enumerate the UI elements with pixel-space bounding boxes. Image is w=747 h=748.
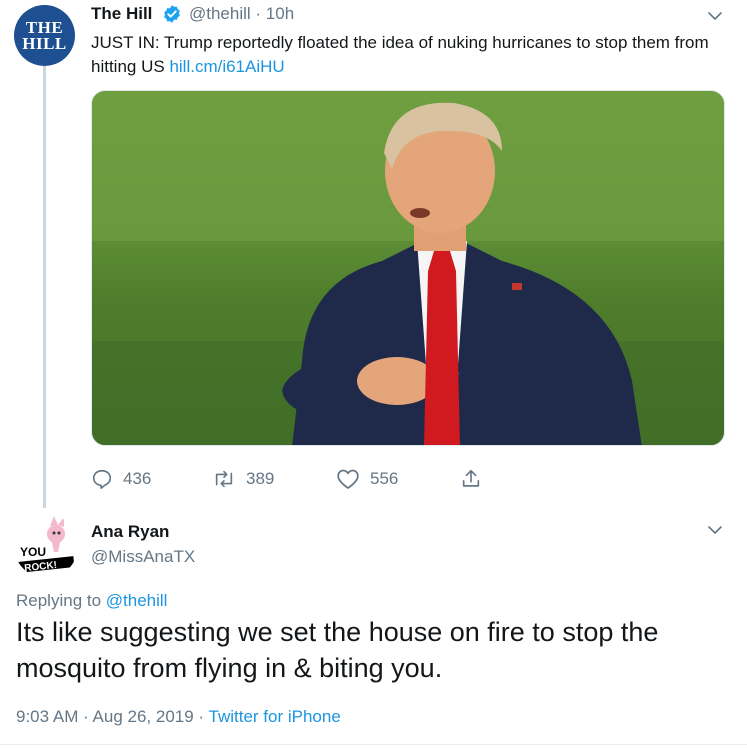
replying-to-handle[interactable]: @thehill (106, 591, 168, 610)
tweet-photo[interactable] (91, 90, 725, 446)
retweet-icon (215, 470, 233, 488)
avatar-text-you: YOU (20, 545, 46, 559)
ana-ryan-avatar[interactable]: YOU ROCK! (14, 514, 78, 578)
heart-icon (337, 469, 359, 489)
replying-to: Replying to @thehill (16, 591, 167, 611)
chevron-down-icon[interactable] (705, 520, 725, 540)
divider (0, 744, 747, 745)
the-hill-avatar[interactable]: THE HILL (14, 5, 75, 66)
replying-to-label: Replying to (16, 591, 106, 610)
retweet-action[interactable]: 389 (212, 464, 274, 494)
author-name[interactable]: The Hill (91, 4, 152, 24)
avatar-text-hill: HILL (22, 33, 67, 53)
share-action[interactable] (460, 464, 482, 494)
like-count: 556 (370, 469, 399, 488)
reply-text: Its like suggesting we set the house on … (16, 617, 659, 683)
avatar-text-rock: ROCK! (24, 560, 58, 574)
photo-illustration (92, 91, 724, 445)
reply-author-name[interactable]: Ana Ryan (91, 522, 169, 542)
tweet-text: JUST IN: Trump reportedly floated the id… (91, 31, 711, 79)
reply-timestamp[interactable]: 9:03 AM · Aug 26, 2019 · (16, 707, 209, 726)
author-handle-time[interactable]: @thehill · 10h (189, 4, 294, 24)
tweet-link[interactable]: hill.cm/i61AiHU (169, 57, 284, 76)
retweet-count: 389 (246, 469, 275, 488)
verified-badge-icon (164, 5, 180, 23)
thread-line (43, 66, 46, 508)
reply-icon (92, 469, 112, 489)
like-action[interactable]: 556 (336, 464, 398, 494)
reply-count: 436 (123, 469, 152, 488)
reply-meta: 9:03 AM · Aug 26, 2019 · Twitter for iPh… (16, 707, 341, 727)
reply-action[interactable]: 436 (91, 464, 151, 494)
chevron-down-icon[interactable] (705, 6, 725, 26)
reply-author-handle[interactable]: @MissAnaTX (91, 547, 195, 567)
you-rock-avatar-art: YOU ROCK! (17, 516, 75, 574)
share-icon (462, 469, 480, 487)
reply-source[interactable]: Twitter for iPhone (209, 707, 341, 726)
